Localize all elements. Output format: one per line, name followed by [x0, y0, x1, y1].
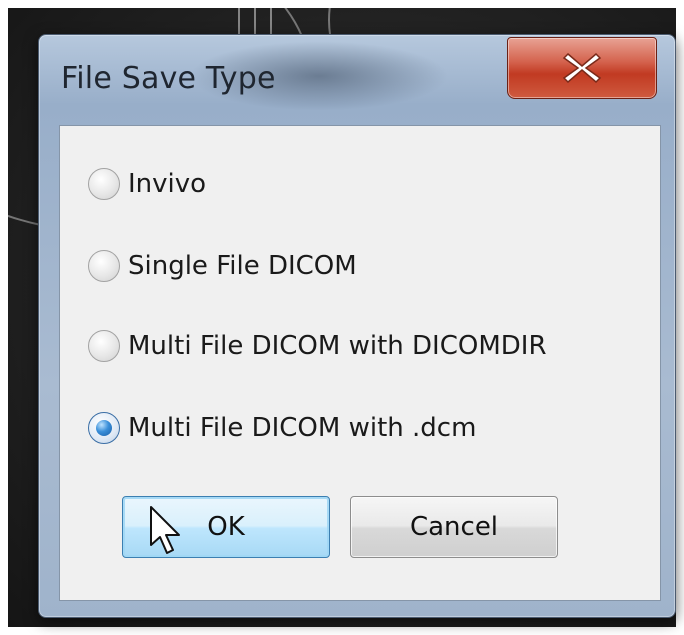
radio-label: Single File DICOM: [128, 251, 357, 281]
dialog-title: File Save Type: [61, 61, 276, 96]
radio-label: Multi File DICOM with .dcm: [128, 413, 477, 443]
radio-button[interactable]: [88, 330, 120, 362]
background-line: [254, 8, 256, 34]
cancel-button[interactable]: Cancel: [350, 496, 558, 558]
radio-button[interactable]: [88, 168, 120, 200]
radio-option-single-file-dicom[interactable]: Single File DICOM: [88, 246, 357, 286]
background-line: [238, 8, 240, 34]
file-save-type-dialog: File Save Type Invivo Single File DICOM …: [38, 34, 676, 618]
background-line: [270, 8, 272, 34]
radio-option-multi-file-dicomdir[interactable]: Multi File DICOM with DICOMDIR: [88, 326, 547, 366]
mouse-pointer-icon: [150, 506, 180, 554]
radio-button[interactable]: [88, 250, 120, 282]
radio-option-invivo[interactable]: Invivo: [88, 164, 206, 204]
close-x-icon: [562, 52, 602, 84]
radio-option-multi-file-dcm[interactable]: Multi File DICOM with .dcm: [88, 408, 476, 448]
radio-button-selected[interactable]: [88, 412, 120, 444]
close-button[interactable]: [507, 37, 657, 99]
radio-label: Multi File DICOM with DICOMDIR: [128, 331, 547, 361]
radio-label: Invivo: [128, 169, 207, 199]
